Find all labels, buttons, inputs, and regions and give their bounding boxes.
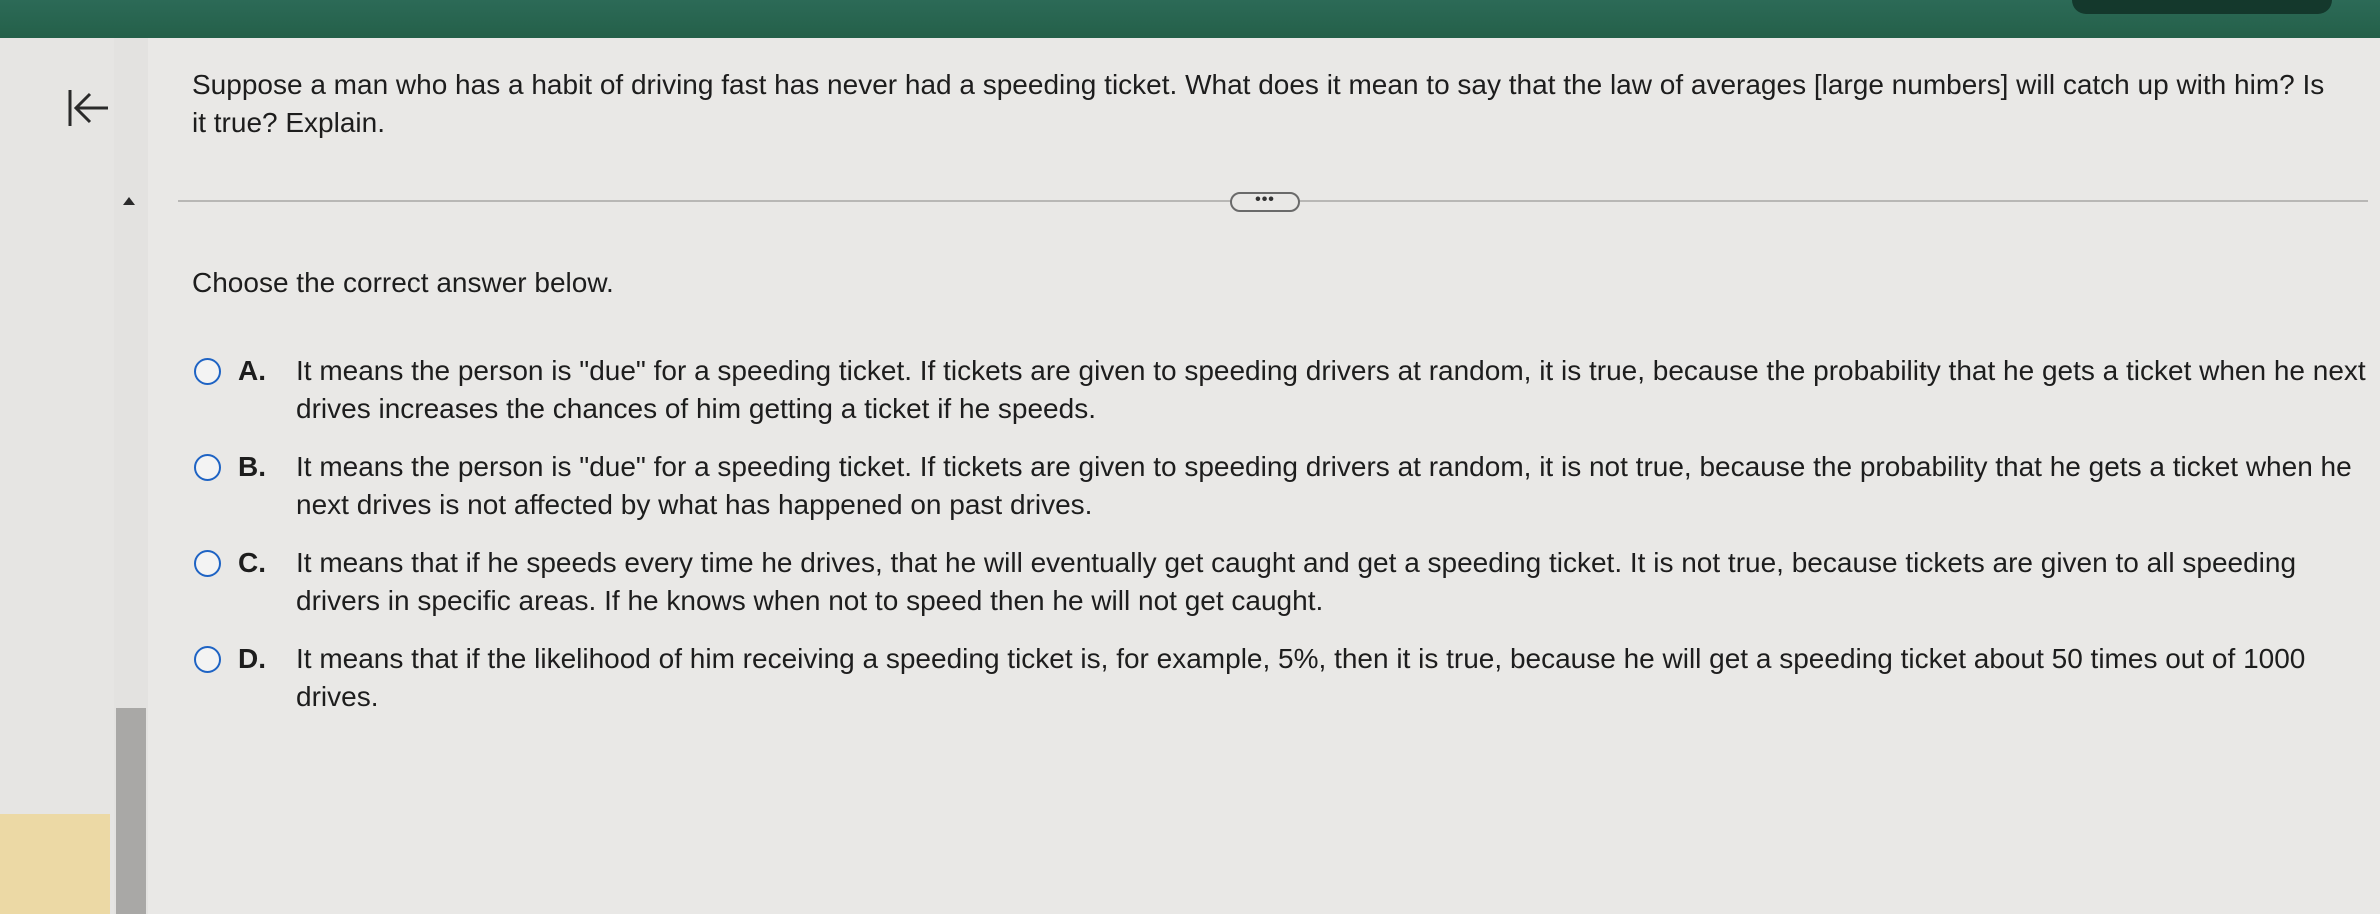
option-text: It means the person is "due" for a speed… [296, 451, 2352, 520]
question-panel: Suppose a man who has a habit of driving… [148, 38, 2380, 914]
instruction-text: Choose the correct answer below. [192, 267, 614, 298]
expand-more-button[interactable]: ••• [1230, 192, 1300, 212]
option-text: It means that if the likelihood of him r… [296, 643, 2306, 712]
option-letter: D. [238, 643, 266, 674]
question-text: Suppose a man who has a habit of driving… [192, 69, 2325, 138]
header-pill[interactable] [2072, 0, 2332, 14]
radio-button-b[interactable] [194, 454, 221, 481]
radio-button-a[interactable] [194, 358, 221, 385]
radio-button-d[interactable] [194, 646, 221, 673]
scrollbar-thumb[interactable] [116, 708, 146, 914]
radio-button-c[interactable] [194, 550, 221, 577]
option-text: It means that if he speeds every time he… [296, 547, 2297, 616]
left-rail [0, 38, 114, 914]
option-letter: C. [238, 547, 266, 578]
top-header-bar [0, 0, 2380, 38]
option-letter: B. [238, 451, 266, 482]
option-letter: A. [238, 355, 266, 386]
yellow-panel [0, 814, 110, 914]
option-text: It means the person is "due" for a speed… [296, 355, 2366, 424]
triangle-up-icon[interactable] [122, 194, 136, 206]
collapse-left-arrow-icon[interactable] [62, 82, 114, 134]
